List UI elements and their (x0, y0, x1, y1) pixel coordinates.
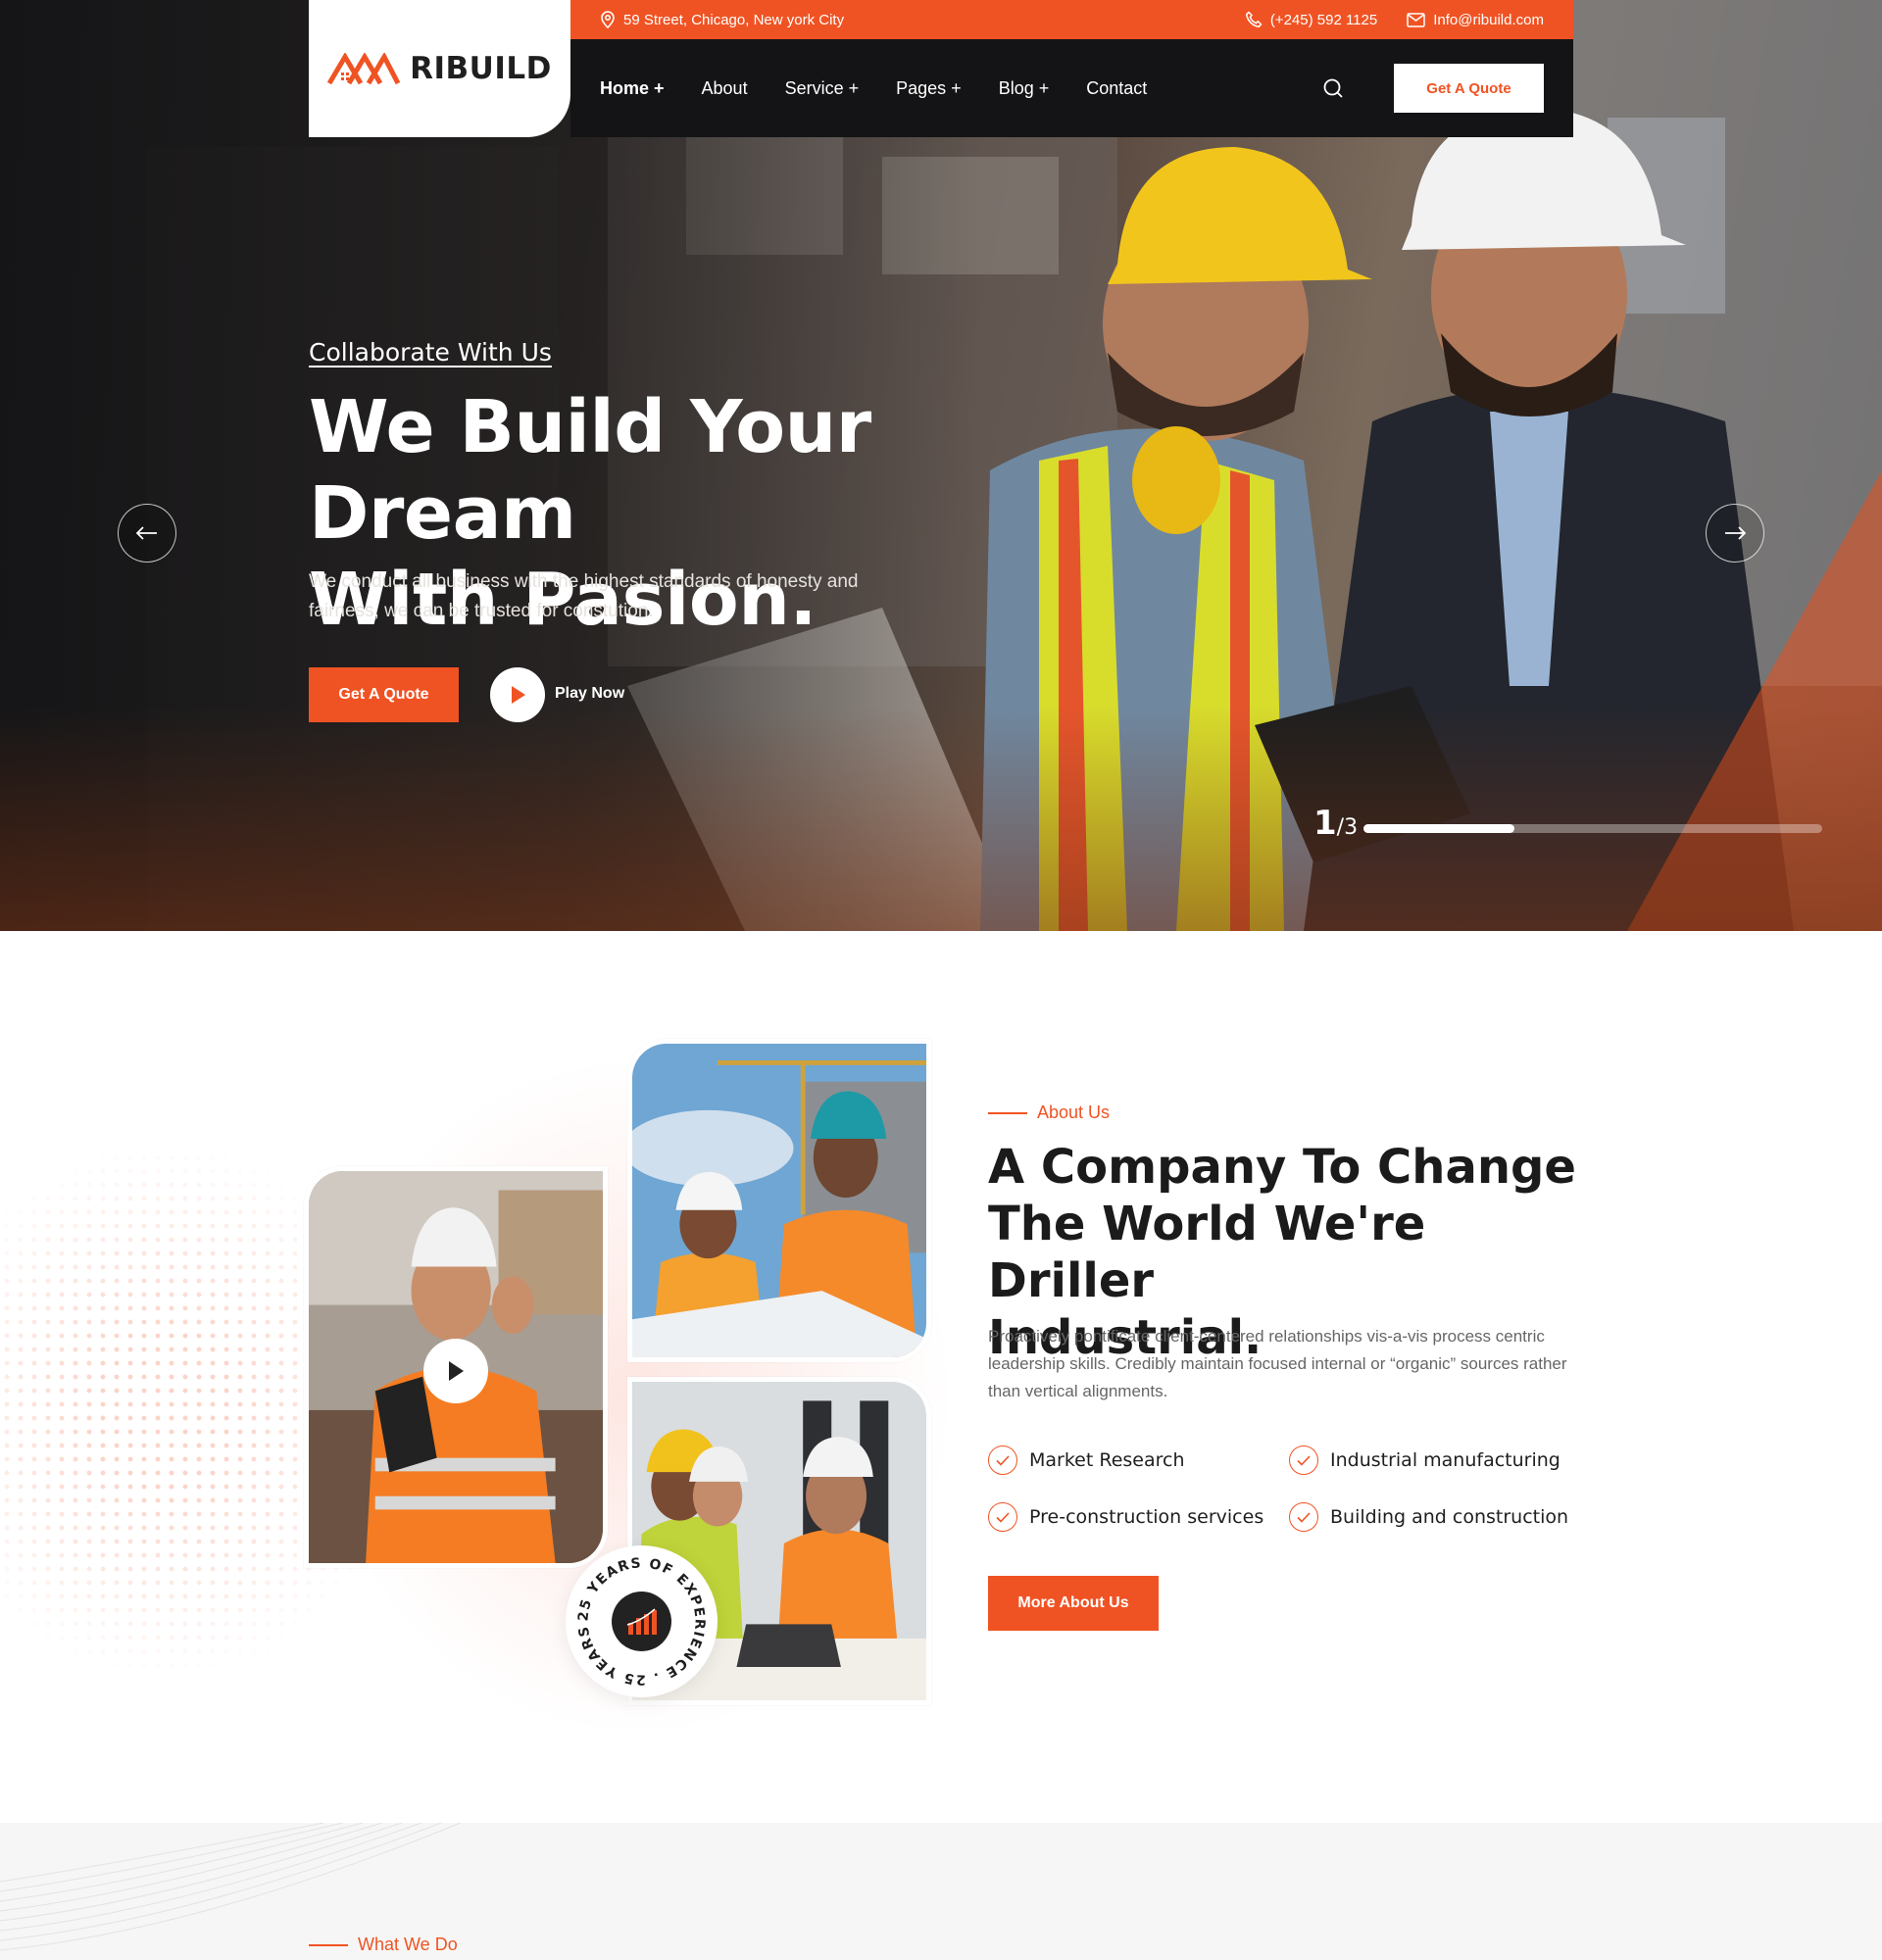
email-text: Info@ribuild.com (1433, 11, 1544, 28)
hero-get-quote-button[interactable]: Get A Quote (309, 667, 459, 722)
experience-badge: 25 YEARS OF EXPERIENCE . 25 YEARS OF EXP… (559, 1534, 718, 1697)
hero-play-button[interactable] (490, 667, 545, 722)
logo-mark-icon (327, 53, 401, 84)
about-tag-text: About Us (1037, 1102, 1111, 1122)
arrow-right-icon (1725, 526, 1746, 540)
address-item: 59 Street, Chicago, New york City (600, 11, 844, 28)
about-description: Proactively pontificate client-centered … (988, 1327, 1567, 1400)
services-section: What We Do (0, 1823, 1882, 1960)
play-icon (512, 686, 525, 704)
hero-description: We conduct all business with the highest… (309, 571, 859, 621)
hero-bottom-gradient (0, 706, 1882, 931)
phone-item[interactable]: (+245) 592 1125 (1245, 11, 1377, 28)
workers-crane-photo (632, 1044, 926, 1357)
experience-chart-icon-wrap (612, 1592, 671, 1651)
play-now-label[interactable]: Play Now (555, 685, 624, 703)
slide-progress-fill (1363, 824, 1515, 833)
logo[interactable]: RIBUILD (309, 0, 570, 137)
phone-icon (1245, 11, 1263, 27)
feature-label: Pre-construction services (1029, 1506, 1264, 1528)
feature-label: Industrial manufacturing (1330, 1449, 1560, 1471)
more-about-us-button[interactable]: More About Us (988, 1576, 1159, 1631)
address-text: 59 Street, Chicago, New york City (623, 11, 845, 28)
feature-label: Market Research (1029, 1449, 1185, 1471)
nav-item-pages[interactable]: Pages + (896, 78, 962, 99)
feature-list: Market Research Industrial manufacturing… (988, 1446, 1596, 1532)
email-item[interactable]: Info@ribuild.com (1407, 12, 1544, 28)
hero-section: 59 Street, Chicago, New york City (+245)… (0, 0, 1882, 931)
tag-line-decoration (988, 1111, 1027, 1114)
slide-counter: 1/3 (1313, 804, 1358, 843)
feature-item: Pre-construction services (988, 1502, 1289, 1532)
services-tagline: What We Do (309, 1935, 458, 1955)
about-image-crane (627, 1039, 931, 1362)
slide-current: 1 (1313, 804, 1337, 843)
services-tag-text: What We Do (358, 1935, 458, 1954)
nav-item-about[interactable]: About (702, 78, 748, 99)
nav-item-contact[interactable]: Contact (1086, 78, 1147, 99)
location-pin-icon (601, 11, 615, 28)
play-icon (449, 1361, 464, 1381)
search-button[interactable] (1319, 74, 1347, 102)
slide-progress-track (1363, 824, 1822, 833)
hero-title-line-1: We Build Your Dream (309, 385, 871, 556)
slide-total: /3 (1336, 815, 1359, 840)
about-video-play-button[interactable] (423, 1339, 488, 1403)
mail-icon (1407, 12, 1425, 27)
about-title-line-2: The World We're Driller (988, 1197, 1426, 1308)
main-navigation: Home + About Service + Pages + Blog + Co… (570, 39, 1573, 137)
nav-get-quote-button[interactable]: Get A Quote (1394, 64, 1544, 113)
top-info-bar: 59 Street, Chicago, New york City (+245)… (570, 0, 1573, 39)
check-icon (1289, 1502, 1318, 1532)
logo-text: RIBUILD (410, 51, 552, 86)
feature-item: Building and construction (1289, 1502, 1583, 1532)
search-icon (1323, 78, 1343, 98)
feature-item: Industrial manufacturing (1289, 1446, 1583, 1475)
nav-item-home[interactable]: Home + (600, 78, 665, 99)
phone-text: (+245) 592 1125 (1269, 11, 1378, 28)
feature-item: Market Research (988, 1446, 1289, 1475)
arrow-left-icon (136, 526, 157, 540)
nav-item-service[interactable]: Service + (785, 78, 860, 99)
check-icon (988, 1502, 1017, 1532)
check-icon (988, 1446, 1017, 1475)
slider-next-button[interactable] (1706, 504, 1764, 563)
slider-prev-button[interactable] (118, 504, 176, 563)
nav-item-blog[interactable]: Blog + (999, 78, 1050, 99)
about-section: 25 YEARS OF EXPERIENCE . 25 YEARS OF EXP… (0, 931, 1882, 1823)
tag-line-decoration (309, 1943, 348, 1946)
check-icon (1289, 1446, 1318, 1475)
hero-tagline[interactable]: Collaborate With Us (309, 338, 552, 367)
bar-chart-icon (626, 1607, 657, 1635)
about-tagline: About Us (988, 1102, 1110, 1123)
about-title-line-1: A Company To Change (988, 1140, 1576, 1195)
feature-label: Building and construction (1330, 1506, 1569, 1528)
